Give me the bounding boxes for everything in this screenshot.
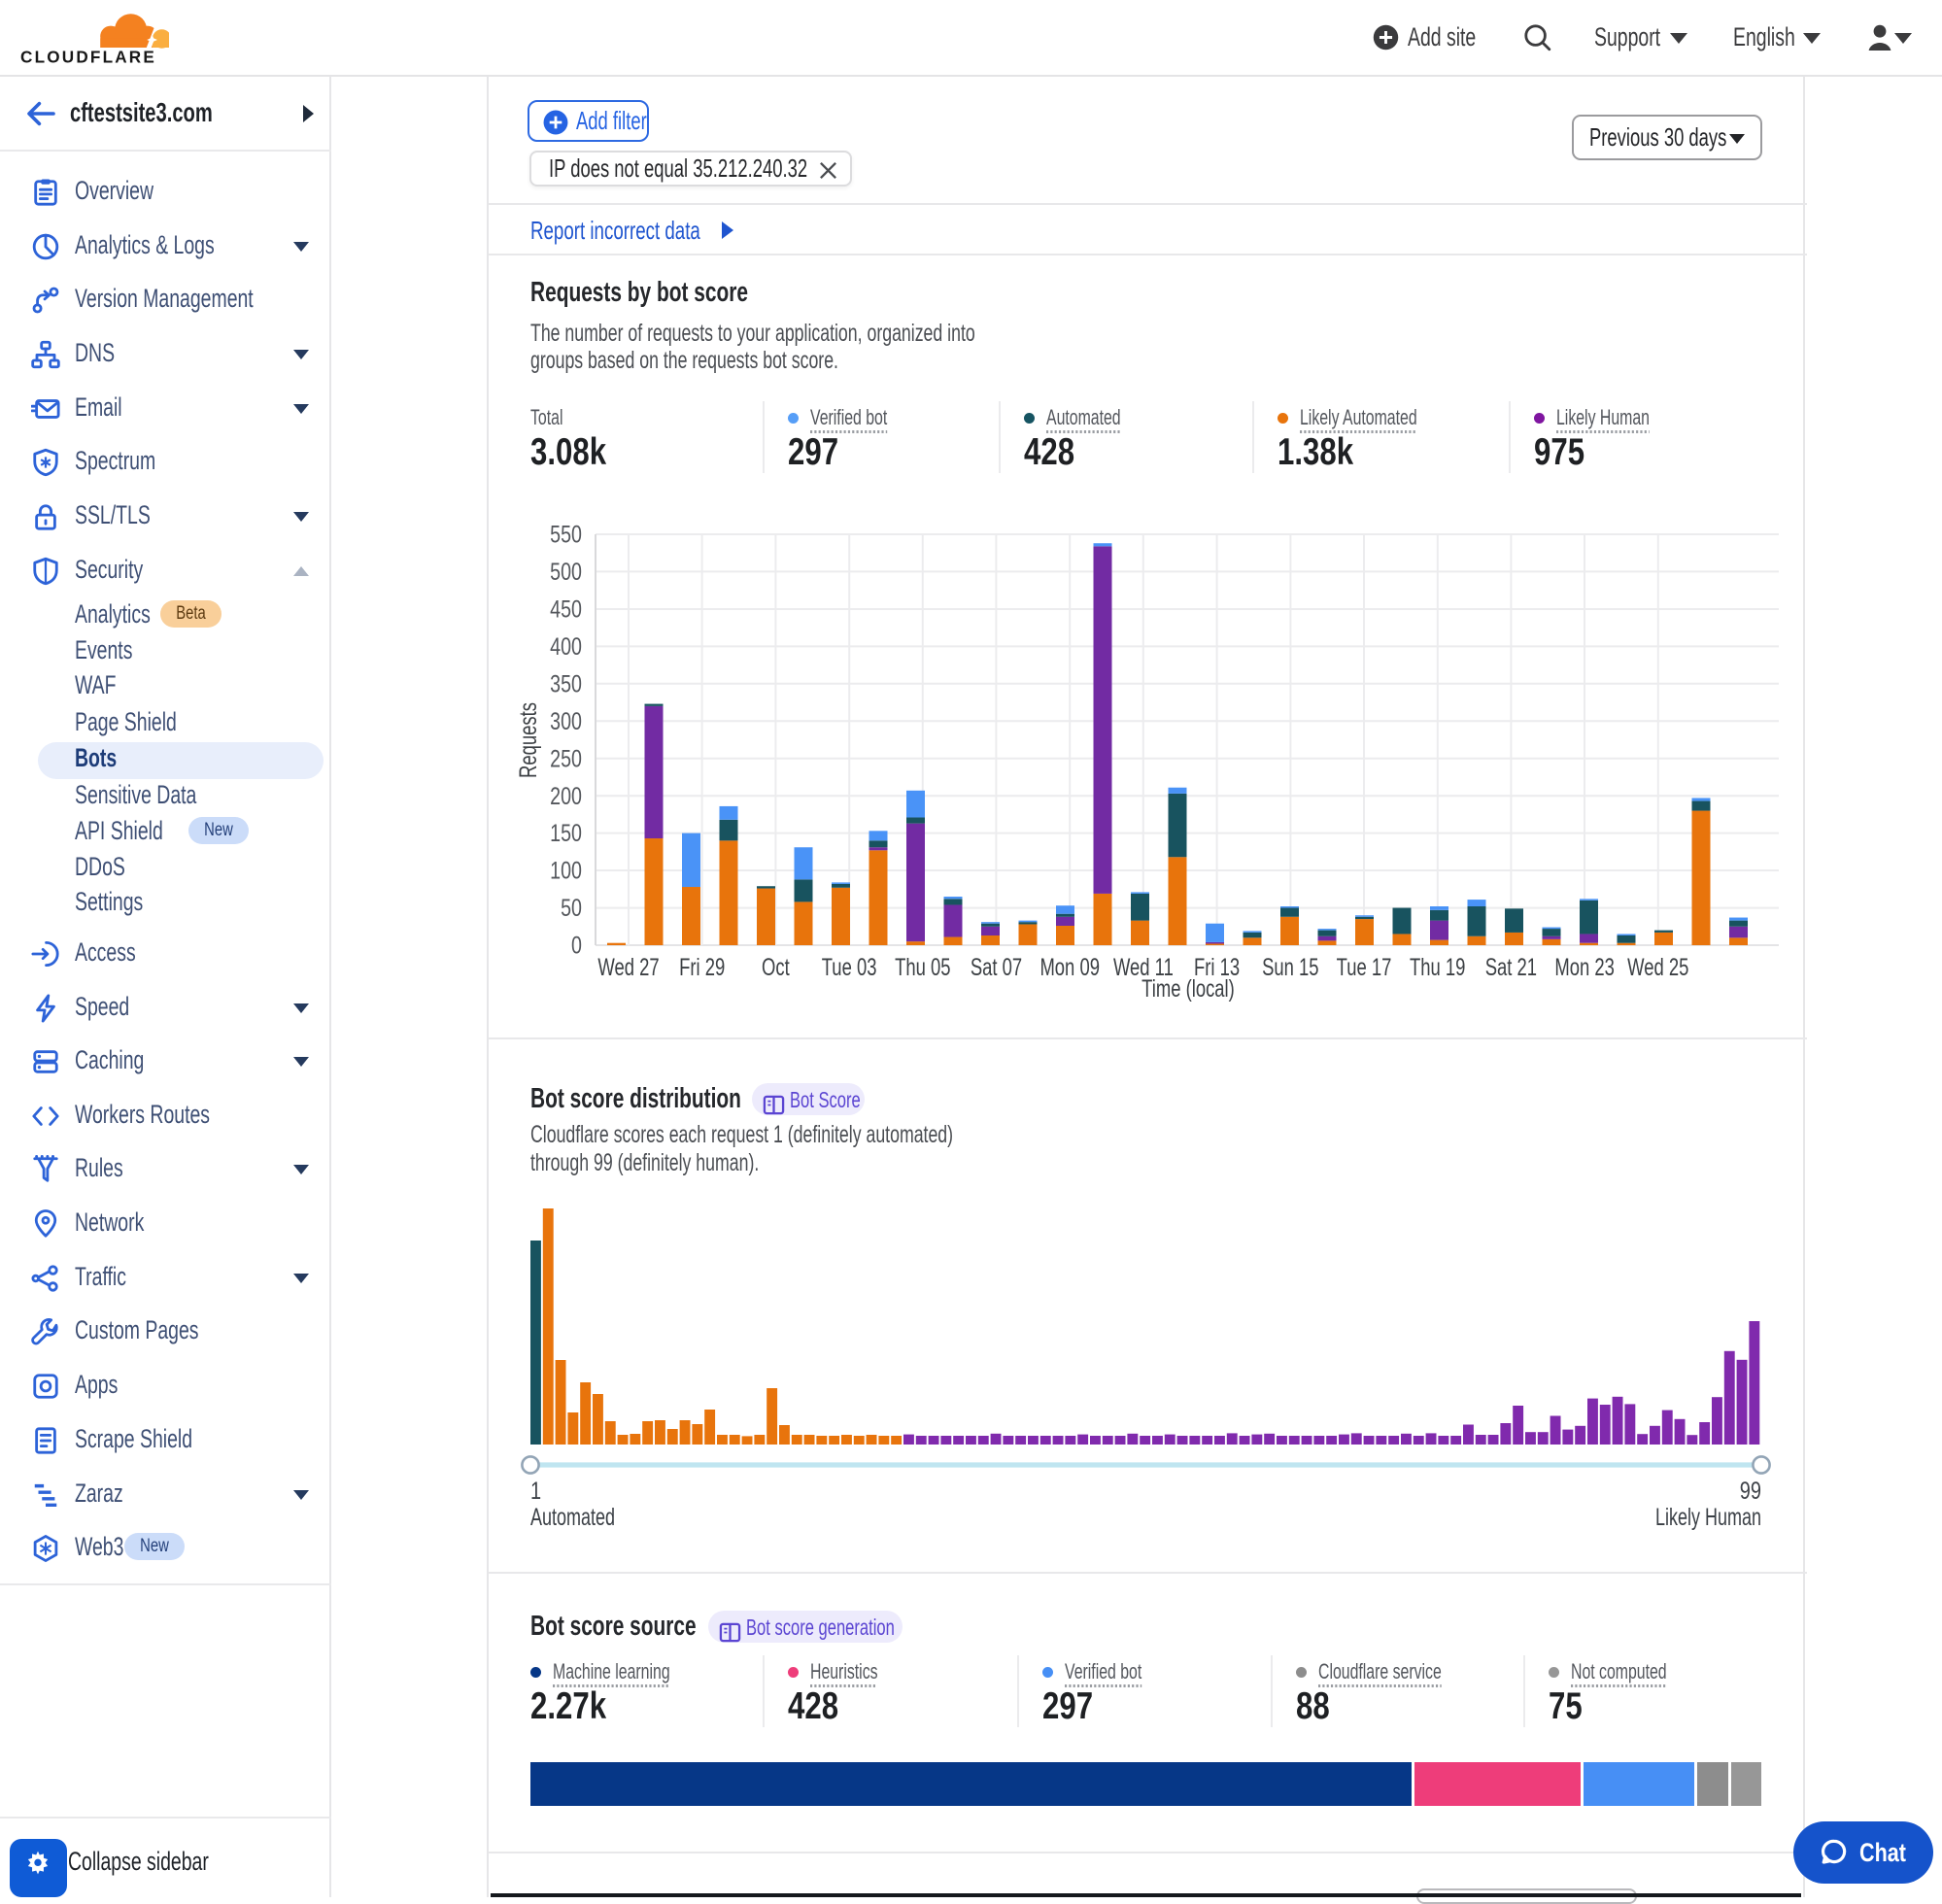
svg-text:Tue 17: Tue 17	[1337, 953, 1392, 980]
svg-text:Fri 29: Fri 29	[679, 953, 725, 980]
svg-text:Likely Human: Likely Human	[1655, 1503, 1761, 1531]
svg-text:CLOUDFLARE: CLOUDFLARE	[20, 48, 156, 64]
svg-text:Tue 03: Tue 03	[822, 953, 877, 980]
svg-text:Requests: Requests	[514, 702, 541, 778]
svg-text:Sat 21: Sat 21	[1485, 953, 1537, 980]
svg-text:200: 200	[550, 783, 582, 810]
svg-text:Mon 09: Mon 09	[1039, 953, 1100, 980]
svg-text:Time (local): Time (local)	[1141, 974, 1235, 1002]
svg-text:450: 450	[550, 596, 582, 624]
svg-text:400: 400	[550, 633, 582, 661]
svg-text:250: 250	[550, 745, 582, 772]
svg-text:1: 1	[530, 1478, 541, 1505]
svg-text:Automated: Automated	[530, 1503, 615, 1531]
svg-text:99: 99	[1740, 1478, 1761, 1505]
svg-text:150: 150	[550, 820, 582, 847]
svg-text:Oct: Oct	[762, 953, 790, 980]
svg-text:50: 50	[561, 895, 582, 922]
svg-text:100: 100	[550, 858, 582, 885]
svg-text:Sun 15: Sun 15	[1262, 953, 1318, 980]
svg-text:0: 0	[571, 933, 582, 960]
svg-text:500: 500	[550, 559, 582, 586]
svg-text:550: 550	[550, 522, 582, 549]
svg-text:Wed 27: Wed 27	[597, 953, 659, 980]
svg-text:Wed 25: Wed 25	[1627, 953, 1688, 980]
svg-text:Sat 07: Sat 07	[971, 953, 1022, 980]
svg-text:350: 350	[550, 670, 582, 697]
svg-text:Mon 23: Mon 23	[1554, 953, 1615, 980]
svg-text:300: 300	[550, 708, 582, 735]
svg-text:Thu 05: Thu 05	[895, 953, 950, 980]
svg-text:Thu 19: Thu 19	[1410, 953, 1465, 980]
